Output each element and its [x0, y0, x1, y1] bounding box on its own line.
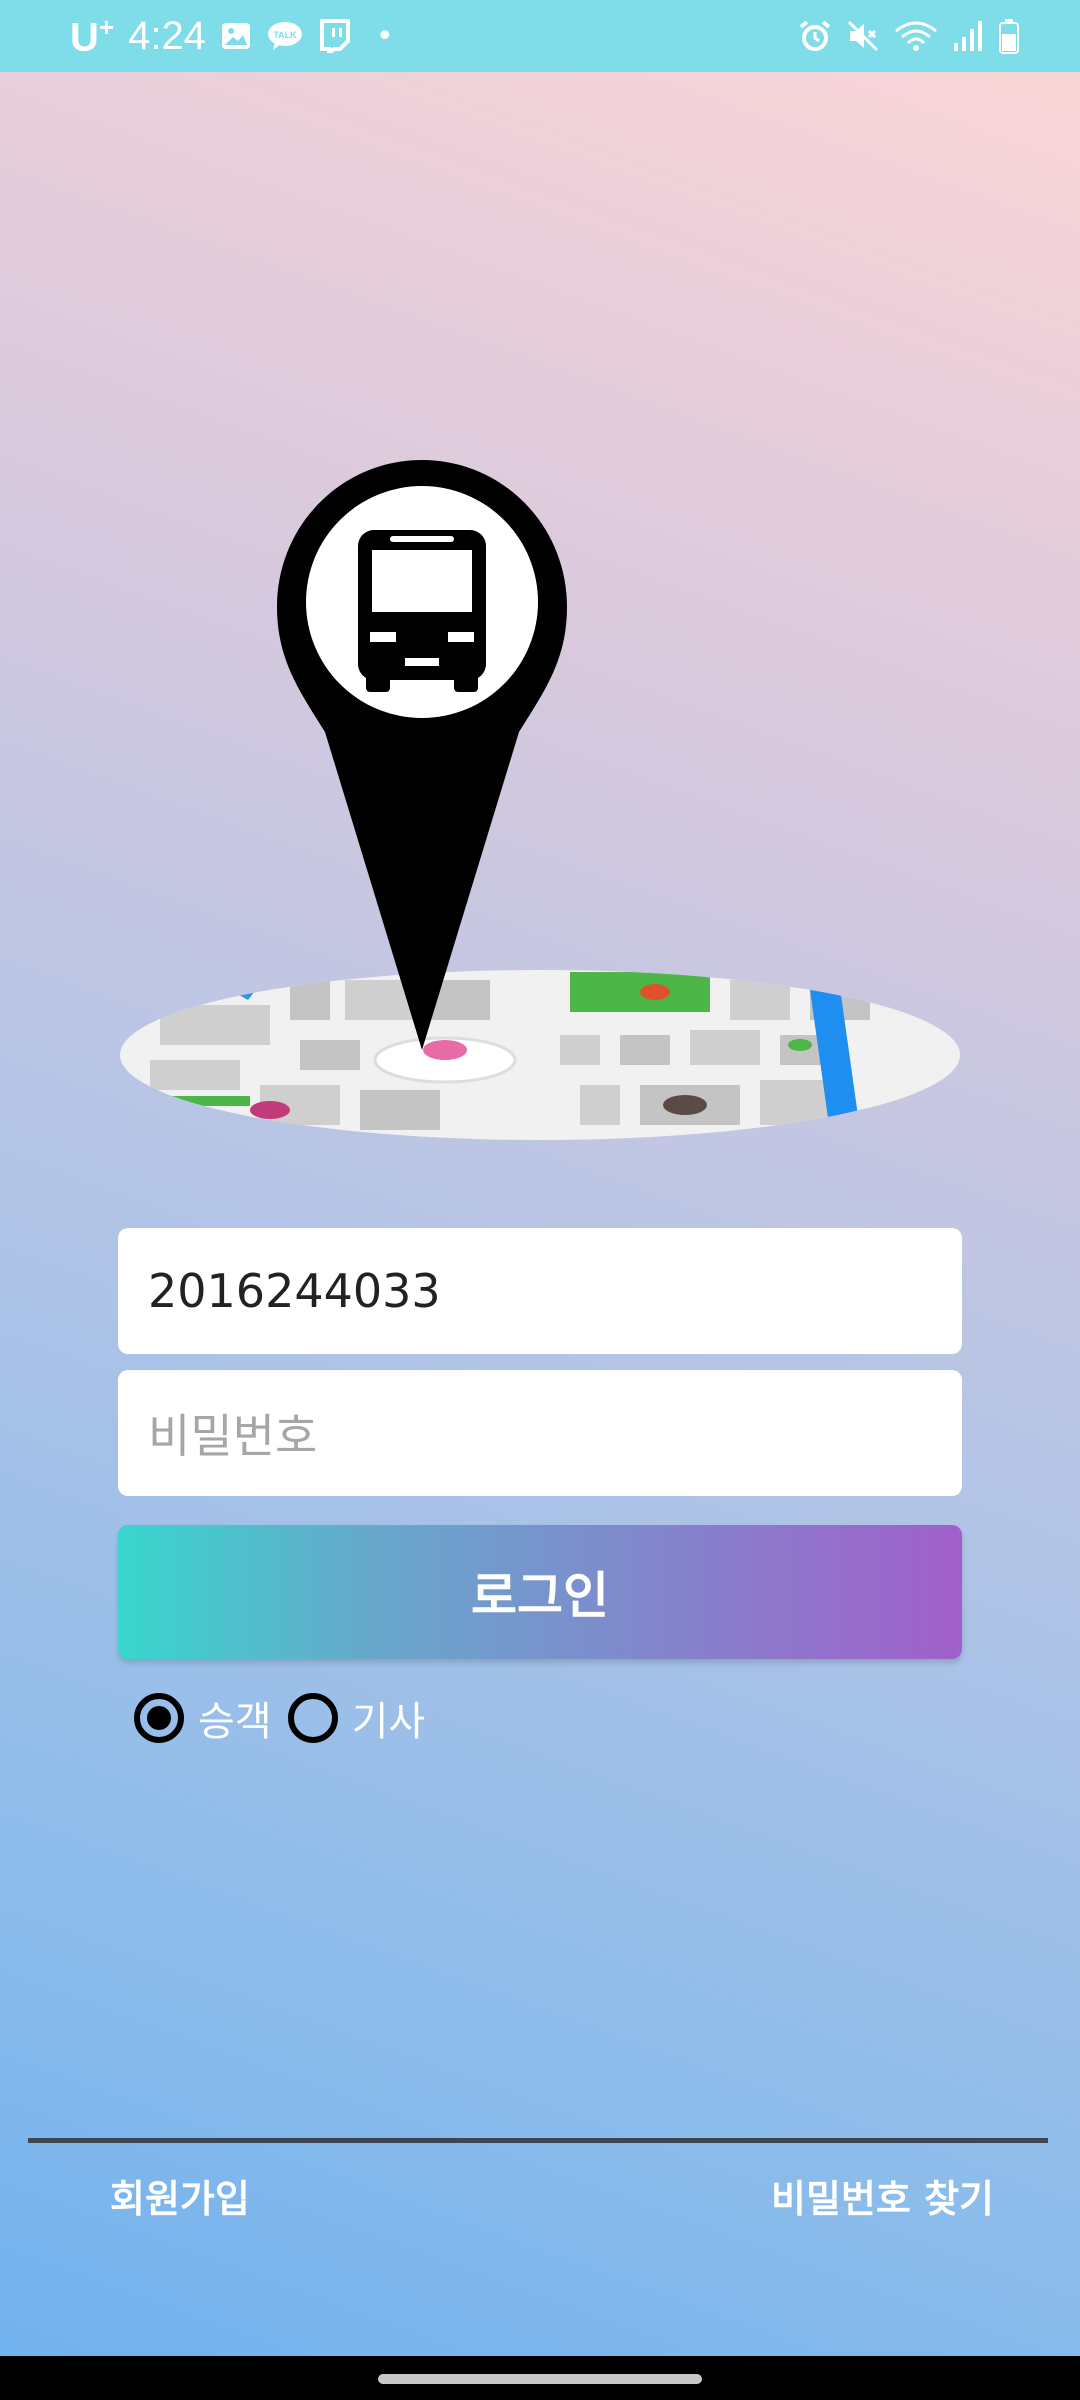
password-input[interactable]: 비밀번호: [118, 1370, 962, 1496]
mute-icon: [847, 20, 879, 52]
status-bar: U+ 4:24 TALK •: [0, 0, 1080, 72]
radio-checked-icon[interactable]: [134, 1693, 184, 1743]
notification-dot: •: [375, 18, 394, 54]
radio-unchecked-icon[interactable]: [287, 1693, 338, 1743]
signal-icon: [954, 21, 982, 51]
carrier-label: U+: [70, 11, 115, 60]
signup-link[interactable]: 회원가입: [110, 2168, 250, 2223]
home-gesture-handle[interactable]: [378, 2374, 702, 2384]
status-right: [798, 0, 1020, 72]
radio-driver[interactable]: 기사: [287, 1689, 426, 1747]
radio-passenger[interactable]: 승객: [134, 1689, 272, 1747]
svg-text:TALK: TALK: [273, 30, 297, 40]
gallery-icon: [221, 23, 250, 49]
alarm-icon: [799, 20, 831, 51]
twitch-icon: [319, 19, 350, 53]
radio-passenger-label: 승객: [198, 1699, 272, 1745]
status-left: U+ 4:24 TALK •: [70, 0, 394, 72]
login-screen: U+ 4:24 TALK • 2016244033 비밀번호 로그인 승객 기사…: [0, 0, 1080, 2400]
city-map-illustration: [120, 970, 960, 1140]
radio-driver-label: 기사: [351, 1699, 426, 1745]
login-button[interactable]: 로그인: [118, 1525, 962, 1659]
battery-icon: [999, 19, 1019, 54]
navigation-bar: [0, 2356, 1080, 2400]
find-password-link[interactable]: 비밀번호 찾기: [771, 2168, 994, 2223]
footer-divider: [28, 2138, 1048, 2143]
kakaotalk-icon: TALK: [267, 22, 302, 50]
bus-icon: [358, 530, 486, 692]
clock: 4:24: [128, 13, 206, 58]
student-id-input[interactable]: 2016244033: [118, 1228, 962, 1354]
user-type-radio-group: 승객 기사: [134, 1688, 441, 1748]
bus-map-logo: [120, 460, 960, 1140]
wifi-icon: [895, 21, 937, 51]
